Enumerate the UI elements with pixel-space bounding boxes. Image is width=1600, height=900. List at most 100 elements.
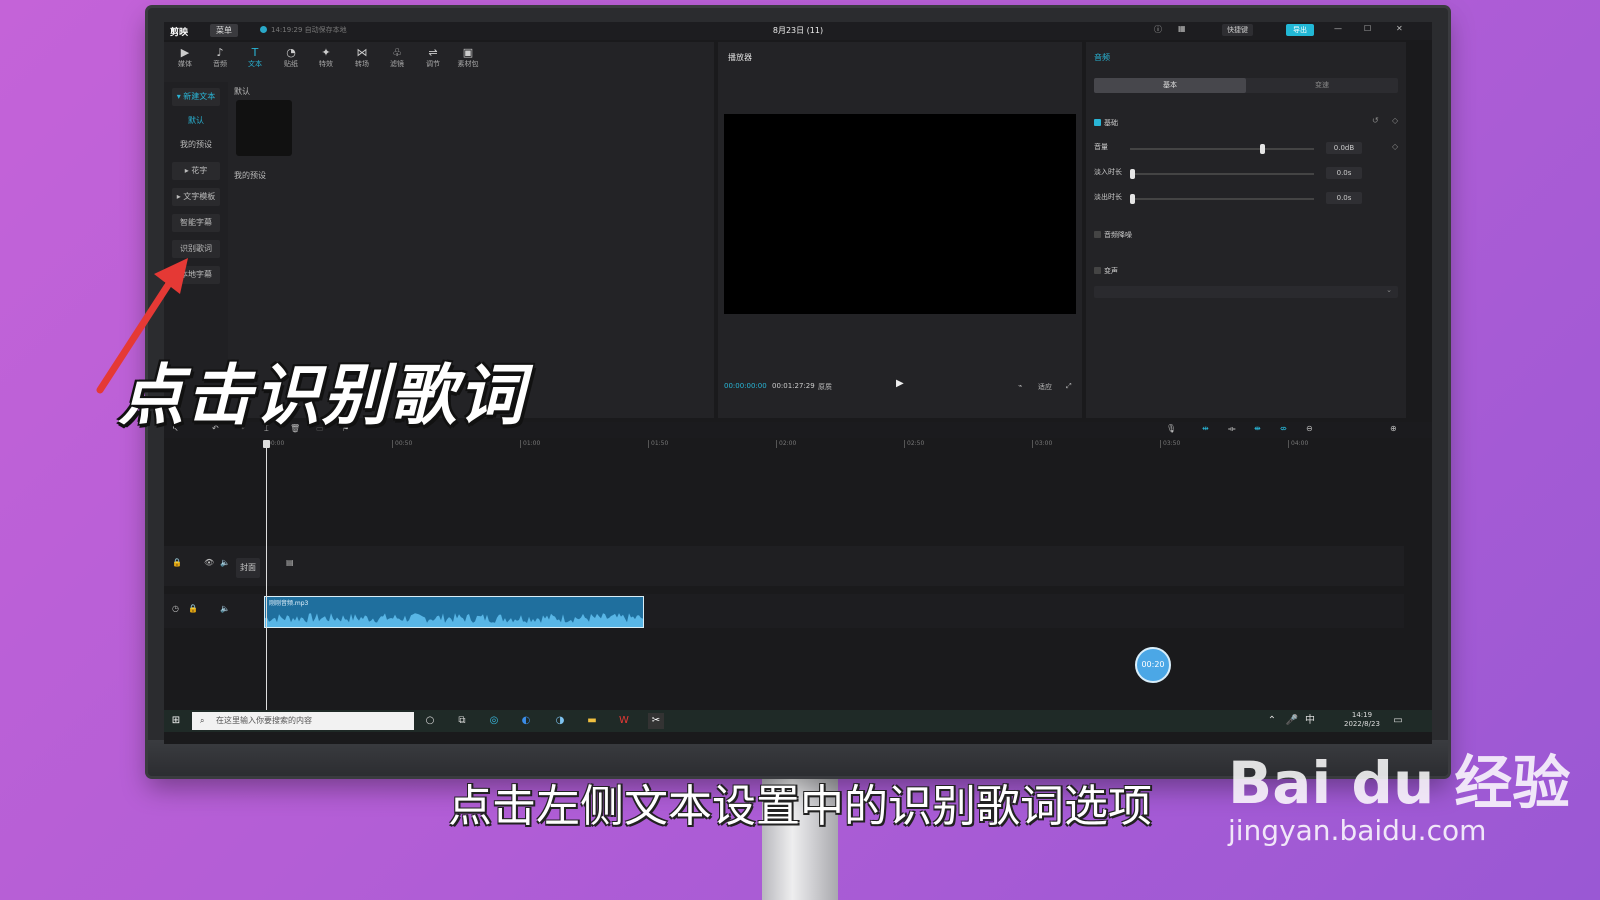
tab-filters-label: 滤镜 bbox=[390, 60, 404, 68]
system-tray-icon[interactable]: ⌃ bbox=[1264, 713, 1280, 729]
sticker-icon: ◔ bbox=[286, 46, 296, 59]
sidebar-item-smart-subtitle[interactable]: 智能字幕 bbox=[172, 214, 220, 232]
sidebar-item-default[interactable]: 默认 bbox=[172, 112, 220, 130]
tab-audio[interactable]: ♪ 音频 bbox=[205, 46, 235, 69]
filter-icon: ♧ bbox=[392, 46, 402, 59]
denoise-label: 音频降噪 bbox=[1104, 231, 1132, 239]
time-bubble: 00:20 bbox=[1135, 647, 1171, 683]
task-view-icon[interactable]: ⧉ bbox=[454, 713, 470, 729]
audio-track-lock-icon[interactable]: 🔒 bbox=[188, 604, 198, 613]
volume-value[interactable]: 0.0dB bbox=[1326, 142, 1362, 154]
tab-media[interactable]: ▶ 媒体 bbox=[170, 46, 200, 69]
edge-icon[interactable]: ◐ bbox=[518, 713, 534, 729]
basic-label: 基础 bbox=[1104, 119, 1118, 127]
tab-effects[interactable]: ✦ 特效 bbox=[311, 46, 341, 69]
chevron-down-icon: ⌄ bbox=[1386, 286, 1392, 294]
export-button[interactable]: 导出 bbox=[1286, 24, 1314, 36]
sidebar-item-flower-text-label: 花字 bbox=[191, 166, 208, 175]
sidebar-item-flower-text[interactable]: ▸ 花字 bbox=[172, 162, 220, 180]
player-preview bbox=[724, 114, 1076, 314]
zoom-in-icon[interactable]: ⊕ bbox=[1390, 424, 1397, 433]
sidebar-item-my-presets[interactable]: 我的预设 bbox=[172, 136, 220, 154]
browser-icon[interactable]: ◎ bbox=[486, 713, 502, 729]
quality-select[interactable]: 原质 bbox=[818, 382, 832, 392]
voice-change-dropdown[interactable]: ⌄ bbox=[1094, 286, 1398, 298]
fade-in-slider-knob[interactable] bbox=[1130, 169, 1135, 179]
ratio-select[interactable]: 适应 bbox=[1038, 382, 1052, 392]
zoom-out-icon[interactable]: ⊖ bbox=[1306, 424, 1313, 433]
playhead-handle[interactable] bbox=[263, 440, 270, 448]
shortcut-button[interactable]: 快捷键 bbox=[1222, 24, 1253, 36]
maximize-icon[interactable]: ☐ bbox=[1364, 24, 1371, 33]
microphone-icon[interactable]: 🎙 bbox=[1166, 424, 1176, 433]
fade-in-slider-track[interactable] bbox=[1130, 173, 1314, 175]
linkage-icon[interactable]: ⇎ bbox=[1280, 424, 1287, 433]
tab-stickers[interactable]: ◔ 贴纸 bbox=[276, 46, 306, 69]
fade-out-slider-knob[interactable] bbox=[1130, 194, 1135, 204]
minimize-icon[interactable]: — bbox=[1334, 24, 1342, 33]
playhead[interactable] bbox=[266, 440, 267, 710]
ruler-tick: 03:00 bbox=[1032, 440, 1052, 448]
audio-clip[interactable]: 刚刚音频.mp3 bbox=[264, 596, 644, 628]
tab-text[interactable]: T 文本 bbox=[240, 46, 270, 69]
ime-indicator[interactable]: 中 bbox=[1302, 713, 1318, 729]
preview-axis-icon[interactable]: ⟚ bbox=[1228, 424, 1236, 434]
tab-material-pack-label: 素材包 bbox=[457, 60, 479, 68]
eye-icon[interactable]: 👁 bbox=[204, 558, 214, 567]
default-text-thumbnail[interactable] bbox=[236, 100, 292, 156]
track-lock-icon[interactable]: 🔒 bbox=[172, 558, 182, 567]
tab-audio-label: 音频 bbox=[213, 60, 227, 68]
ruler-tick: 03:50 bbox=[1160, 440, 1180, 448]
file-explorer-icon[interactable]: ▬ bbox=[584, 713, 600, 729]
taskbar-clock[interactable]: 14:19 2022/8/23 bbox=[1344, 711, 1380, 729]
tab-adjust[interactable]: ⇌ 调节 bbox=[418, 46, 448, 69]
fade-in-value[interactable]: 0.0s bbox=[1326, 167, 1362, 179]
notification-icon[interactable]: ▭ bbox=[1390, 713, 1406, 729]
ruler-tick: 01:50 bbox=[648, 440, 668, 448]
taskbar-search[interactable]: ⌕ 在这里输入你要搜索的内容 bbox=[192, 712, 414, 730]
volume-keyframe-icon[interactable]: ◇ bbox=[1392, 142, 1398, 151]
snap-icon[interactable]: ⇼ bbox=[1254, 424, 1261, 433]
voice-change-checkbox[interactable]: 变声 bbox=[1094, 266, 1118, 276]
tab-speed[interactable]: 变速 bbox=[1246, 78, 1398, 93]
tab-transitions[interactable]: ⋈ 转场 bbox=[347, 46, 377, 69]
audio-track-speaker-icon[interactable]: 🔈 bbox=[220, 604, 230, 613]
capcut-icon[interactable]: ✂ bbox=[648, 713, 664, 729]
cover-button[interactable]: 封面 bbox=[236, 558, 260, 578]
keyframe-icon[interactable]: ◇ bbox=[1392, 116, 1398, 125]
fade-out-slider-track[interactable] bbox=[1130, 198, 1314, 200]
audio-track-clock-icon[interactable]: ◷ bbox=[172, 604, 179, 613]
volume-slider-knob[interactable] bbox=[1260, 144, 1266, 154]
help-icon[interactable]: ⓘ bbox=[1154, 24, 1162, 35]
sidebar-item-new-text[interactable]: ▾ 新建文本 bbox=[172, 88, 220, 106]
fullscreen-icon[interactable]: ⤢ bbox=[1066, 382, 1072, 391]
layout-icon[interactable]: ▦ bbox=[1178, 24, 1186, 33]
sidebar-item-text-template[interactable]: ▸ 文字模板 bbox=[172, 188, 220, 206]
denoise-checkbox[interactable]: 音频降噪 bbox=[1094, 230, 1132, 240]
cortana-icon[interactable]: ○ bbox=[422, 713, 438, 729]
timeline-ruler: 00:00 00:50 01:00 01:50 02:00 02:50 03:0… bbox=[264, 440, 1424, 450]
reset-icon[interactable]: ↺ bbox=[1372, 116, 1379, 125]
player-title: 播放器 bbox=[728, 53, 752, 62]
tab-stickers-label: 贴纸 bbox=[284, 60, 298, 68]
taskbar-search-placeholder: 在这里输入你要搜索的内容 bbox=[216, 716, 312, 725]
windows-start-icon[interactable]: ⊞ bbox=[168, 713, 184, 729]
watermark-url: jingyan.baidu.com bbox=[1228, 814, 1487, 847]
volume-slider-track[interactable] bbox=[1130, 148, 1314, 150]
link-icon[interactable]: ⇹ bbox=[1202, 424, 1209, 433]
basic-checkbox[interactable]: 基础 bbox=[1094, 118, 1118, 128]
close-icon[interactable]: ✕ bbox=[1396, 24, 1403, 33]
audio-panel-title: 音频 bbox=[1094, 53, 1110, 62]
fade-out-value[interactable]: 0.0s bbox=[1326, 192, 1362, 204]
play-icon[interactable]: ▶ bbox=[896, 378, 904, 389]
tab-basic[interactable]: 基本 bbox=[1094, 78, 1246, 93]
waveform-toggle-icon[interactable]: ⌁ bbox=[1018, 382, 1022, 390]
speaker-icon[interactable]: 🔈 bbox=[220, 558, 230, 567]
tab-filters[interactable]: ♧ 滤镜 bbox=[382, 46, 412, 69]
browser-alt-icon[interactable]: ◑ bbox=[552, 713, 568, 729]
wps-icon[interactable]: W bbox=[616, 713, 632, 729]
tab-material-pack[interactable]: ▣ 素材包 bbox=[453, 46, 483, 69]
taskbar-date: 2022/8/23 bbox=[1344, 720, 1380, 728]
tab-effects-label: 特效 bbox=[319, 60, 333, 68]
package-icon: ▣ bbox=[462, 46, 474, 59]
